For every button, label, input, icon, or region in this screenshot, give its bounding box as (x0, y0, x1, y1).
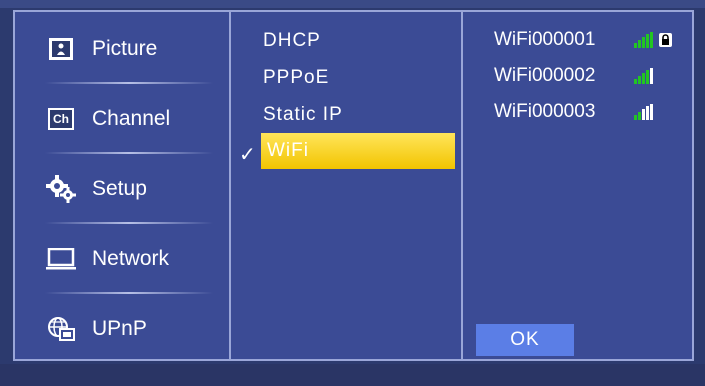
option-dhcp[interactable]: DHCP (263, 23, 457, 59)
menu-label-picture: Picture (92, 37, 158, 60)
bottom-bar (0, 364, 705, 386)
wifi-list: WiFi000001 WiFi000002 WiFi000003 OK (463, 12, 692, 359)
option-static-ip[interactable]: Static IP (263, 97, 457, 133)
channel-icon: Ch (46, 104, 76, 134)
menu-label-network: Network (92, 247, 170, 270)
top-bar (0, 0, 705, 8)
wifi-network-row[interactable]: WiFi000003 (494, 98, 653, 126)
ok-button[interactable]: OK (476, 324, 574, 356)
lock-icon (659, 33, 672, 47)
option-wifi[interactable]: WiFi (261, 133, 455, 169)
menu-label-setup: Setup (92, 177, 147, 200)
tv-settings-screen: Picture Ch Channel Setup Network UPnP DH… (0, 0, 705, 386)
menu-label-upnp: UPnP (92, 317, 147, 340)
wifi-network-row[interactable]: WiFi000001 (494, 26, 672, 54)
picture-icon (46, 34, 76, 64)
menu-item-setup[interactable]: Setup (15, 154, 229, 224)
channel-icon-text: Ch (50, 110, 72, 128)
checkmark-icon: ✓ (239, 144, 256, 166)
signal-strength-icon (634, 32, 653, 48)
gears-icon (46, 174, 76, 204)
menu-item-channel[interactable]: Ch Channel (15, 84, 229, 154)
settings-panel: Picture Ch Channel Setup Network UPnP DH… (13, 10, 694, 361)
menu-item-upnp[interactable]: UPnP (15, 294, 229, 364)
signal-strength-icon (634, 104, 653, 120)
globe-screen-icon (46, 314, 76, 344)
menu-label-channel: Channel (92, 107, 171, 130)
wifi-name: WiFi000002 (494, 65, 596, 86)
signal-strength-icon (634, 68, 653, 84)
menu-item-network[interactable]: Network (15, 224, 229, 294)
option-pppoe[interactable]: PPPoE (263, 60, 457, 96)
monitor-icon (46, 244, 76, 274)
main-menu: Picture Ch Channel Setup Network UPnP (15, 12, 229, 359)
wifi-name: WiFi000001 (494, 29, 596, 50)
wifi-network-row[interactable]: WiFi000002 (494, 62, 653, 90)
wifi-name: WiFi000003 (494, 101, 596, 122)
network-options: DHCP PPPoE Static IP ✓ WiFi (231, 12, 461, 359)
menu-item-picture[interactable]: Picture (15, 14, 229, 84)
